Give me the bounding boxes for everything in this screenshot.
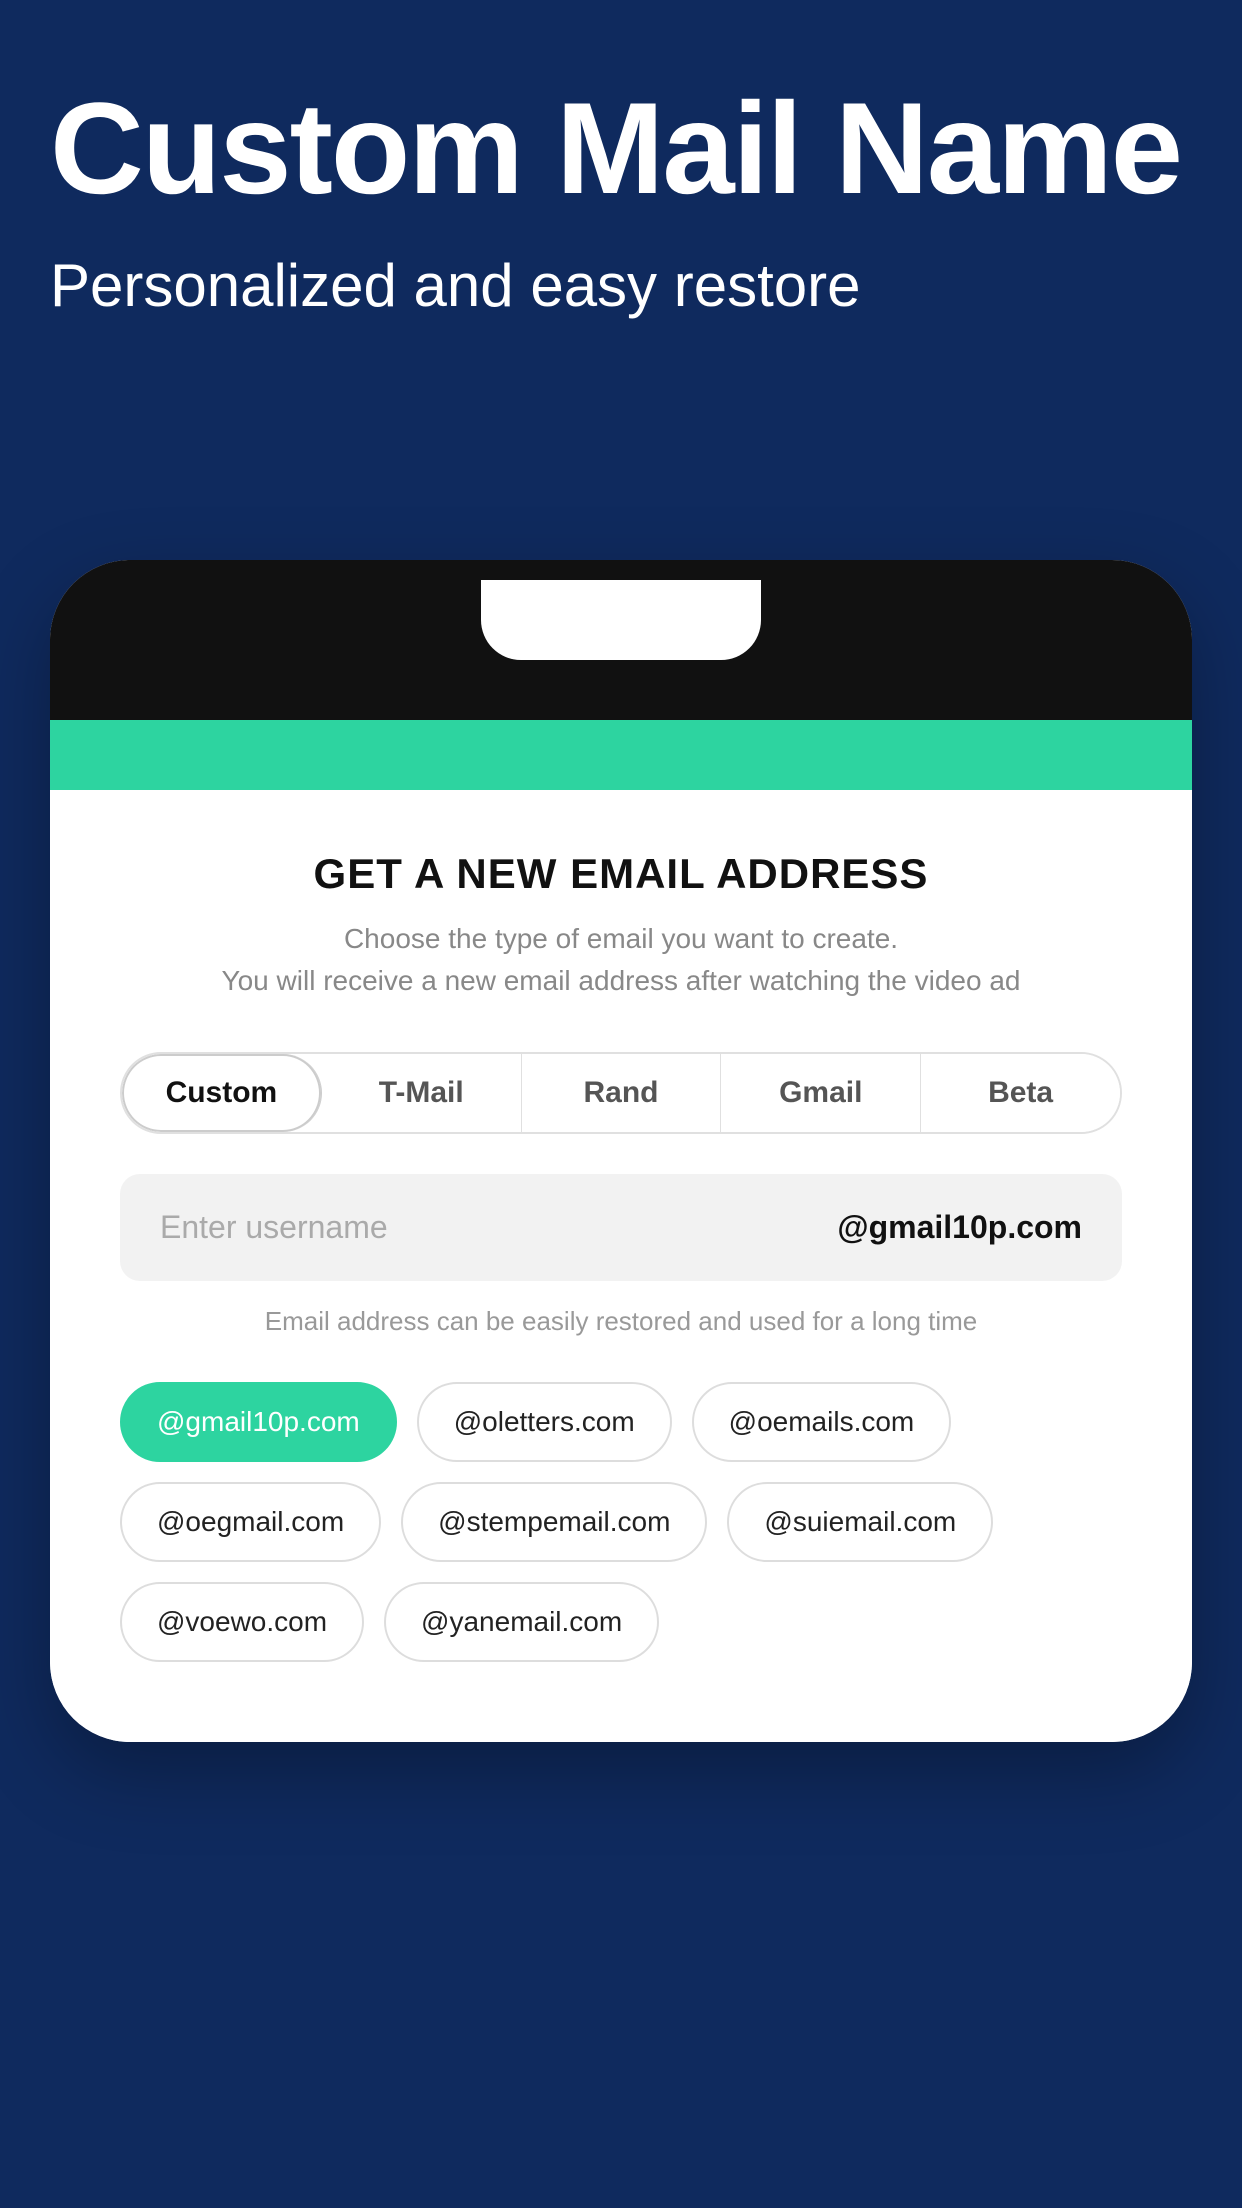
phone-mockup: GET A NEW EMAIL ADDRESS Choose the type …: [50, 560, 1192, 1742]
username-input-container[interactable]: Enter username @gmail10p.com: [120, 1174, 1122, 1281]
domain-pill-yanemail[interactable]: @yanemail.com: [384, 1582, 659, 1662]
username-domain: @gmail10p.com: [837, 1209, 1082, 1246]
teal-accent-bar: [50, 720, 1192, 790]
domain-pill-stempemail[interactable]: @stempemail.com: [401, 1482, 707, 1562]
phone-top-bar: [50, 560, 1192, 720]
email-description: Choose the type of email you want to cre…: [120, 918, 1122, 1002]
tab-gmail[interactable]: Gmail: [721, 1054, 921, 1132]
tab-rand[interactable]: Rand: [522, 1054, 722, 1132]
domain-pill-voewo[interactable]: @voewo.com: [120, 1582, 364, 1662]
subtitle: Personalized and easy restore: [50, 247, 1192, 325]
domain-pill-oletters[interactable]: @oletters.com: [417, 1382, 672, 1462]
domain-pill-oegmail[interactable]: @oegmail.com: [120, 1482, 381, 1562]
username-placeholder: Enter username: [160, 1209, 837, 1246]
email-section-title: GET A NEW EMAIL ADDRESS: [120, 850, 1122, 898]
tab-beta[interactable]: Beta: [921, 1054, 1120, 1132]
tab-custom[interactable]: Custom: [122, 1054, 322, 1132]
email-desc-line1: Choose the type of email you want to cre…: [344, 923, 898, 954]
email-header: GET A NEW EMAIL ADDRESS Choose the type …: [120, 850, 1122, 1002]
tab-tmail[interactable]: T-Mail: [322, 1054, 522, 1132]
domain-pill-suiemail[interactable]: @suiemail.com: [727, 1482, 993, 1562]
tabs-container: Custom T-Mail Rand Gmail Beta: [120, 1052, 1122, 1134]
email-desc-line2: You will receive a new email address aft…: [222, 965, 1021, 996]
header-section: Custom Mail Name Personalized and easy r…: [0, 0, 1242, 385]
phone-notch: [481, 580, 761, 660]
domain-pills-container: @gmail10p.com @oletters.com @oemails.com…: [120, 1382, 1122, 1662]
phone-content: GET A NEW EMAIL ADDRESS Choose the type …: [50, 790, 1192, 1742]
domain-pill-oemails[interactable]: @oemails.com: [692, 1382, 952, 1462]
main-title: Custom Mail Name: [50, 80, 1192, 217]
domain-pill-gmail10p[interactable]: @gmail10p.com: [120, 1382, 397, 1462]
input-hint: Email address can be easily restored and…: [120, 1306, 1122, 1337]
